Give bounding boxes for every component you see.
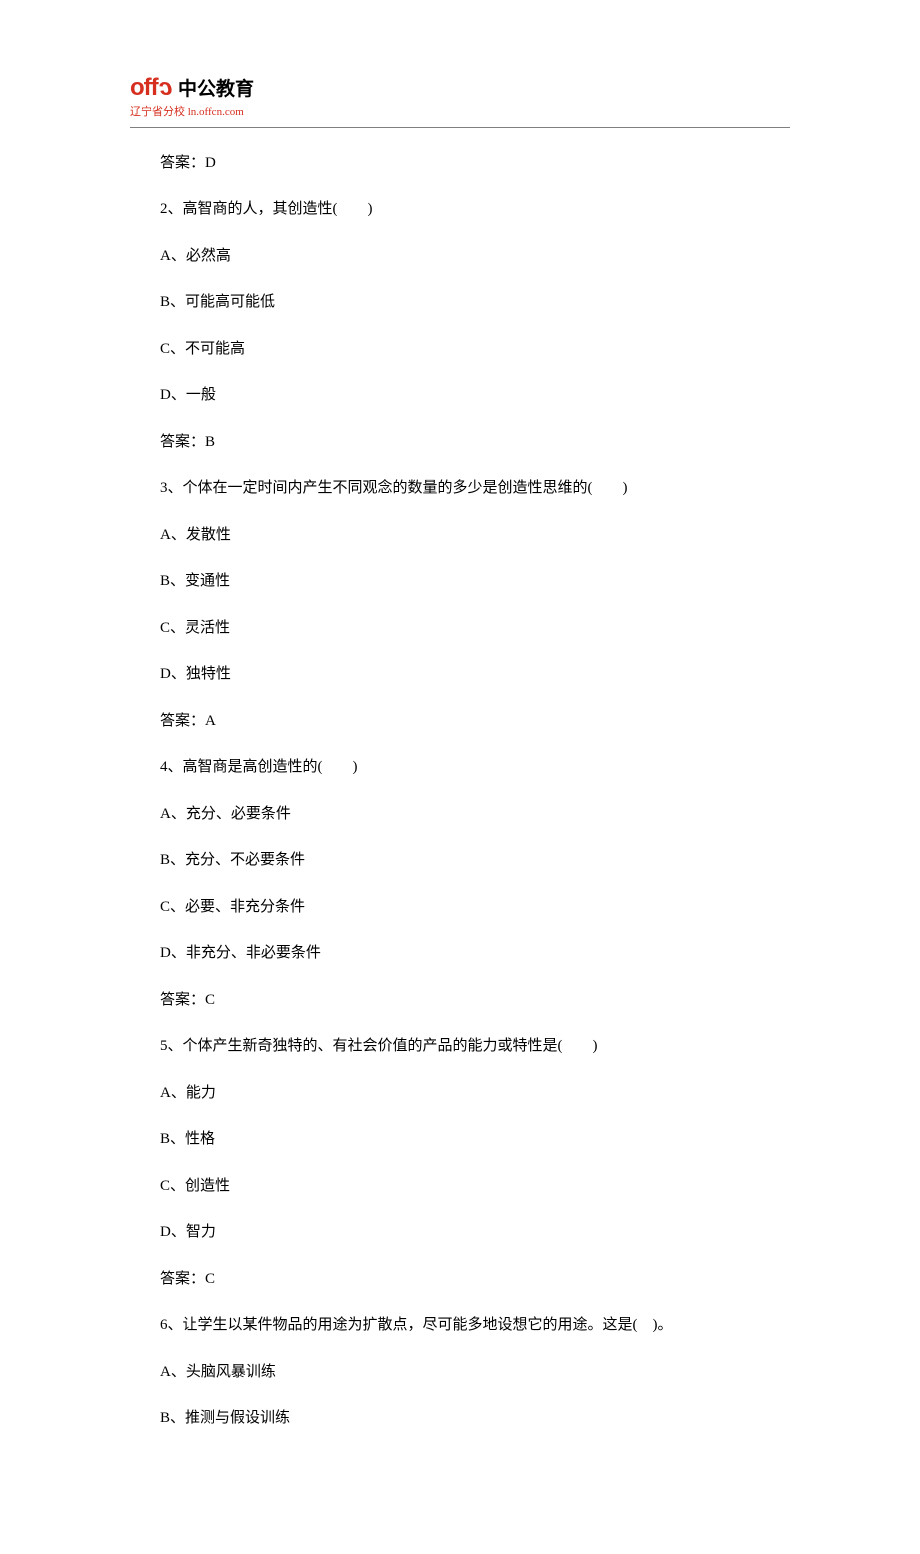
option-line: D、一般 [130,384,790,407]
page-header: offc 中公教育 辽宁省分校 ln.offcn.com [130,70,790,121]
option-line: B、变通性 [130,570,790,593]
option-line: A、能力 [130,1082,790,1105]
option-line: B、可能高可能低 [130,291,790,314]
answer-line: 答案：A [130,710,790,733]
option-line: A、头脑风暴训练 [130,1361,790,1384]
logo-brand-text: 中公教育 [178,76,254,105]
answer-line: 答案：B [130,431,790,454]
option-line: C、必要、非充分条件 [130,896,790,919]
answer-line: 答案：C [130,1268,790,1291]
option-line: A、发散性 [130,524,790,547]
answer-line: 答案：D [130,152,790,175]
question-line: 3、个体在一定时间内产生不同观念的数量的多少是创造性思维的( ) [130,477,790,500]
header-divider [130,127,790,128]
option-line: B、性格 [130,1128,790,1151]
question-line: 5、个体产生新奇独特的、有社会价值的产品的能力或特性是( ) [130,1035,790,1058]
option-line: D、非充分、非必要条件 [130,942,790,965]
logo-cn-text: c [159,70,172,106]
option-line: C、不可能高 [130,338,790,361]
logo-off-text: off [130,70,158,106]
option-line: A、必然高 [130,245,790,268]
question-line: 2、高智商的人，其创造性( ) [130,198,790,221]
logo: offc 中公教育 [130,70,790,106]
option-line: B、推测与假设训练 [130,1407,790,1430]
question-line: 6、让学生以某件物品的用途为扩散点，尽可能多地设想它的用途。这是( )。 [130,1314,790,1337]
question-line: 4、高智商是高创造性的( ) [130,756,790,779]
content-body: 答案：D 2、高智商的人，其创造性( ) A、必然高 B、可能高可能低 C、不可… [130,152,790,1430]
option-line: C、灵活性 [130,617,790,640]
answer-line: 答案：C [130,989,790,1012]
option-line: B、充分、不必要条件 [130,849,790,872]
document-page: offc 中公教育 辽宁省分校 ln.offcn.com 答案：D 2、高智商的… [0,0,920,1554]
option-line: D、独特性 [130,663,790,686]
option-line: A、充分、必要条件 [130,803,790,826]
option-line: D、智力 [130,1221,790,1244]
option-line: C、创造性 [130,1175,790,1198]
logo-subsite: 辽宁省分校 ln.offcn.com [130,104,790,121]
